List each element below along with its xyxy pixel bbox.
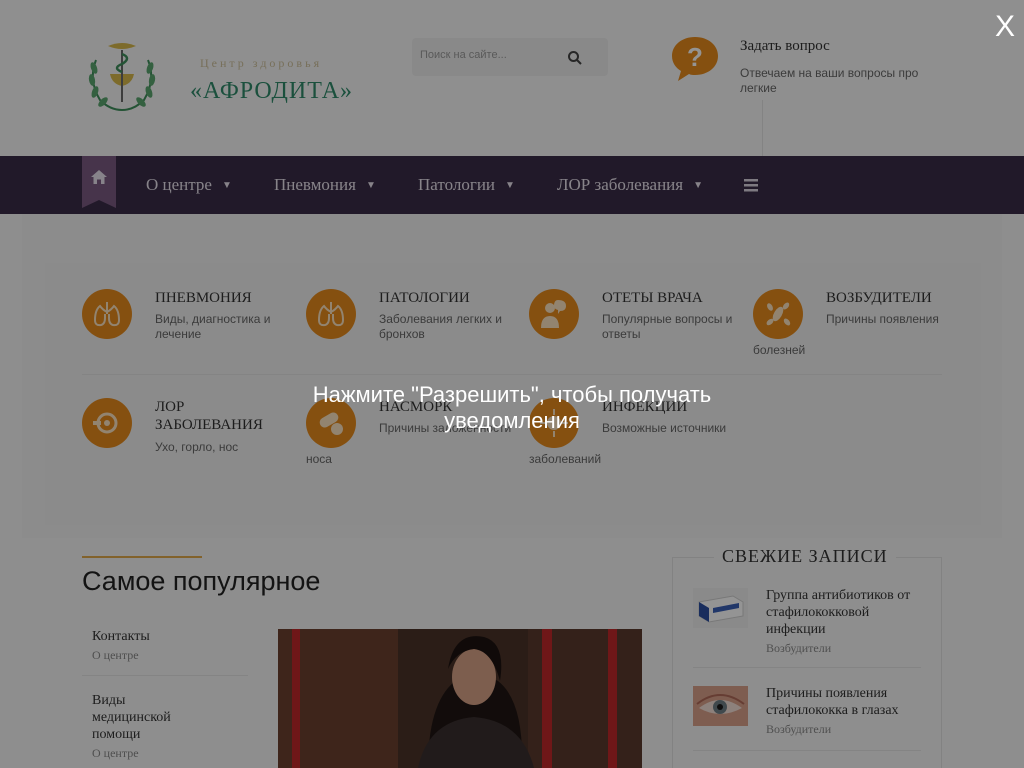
notification-message: Нажмите "Разрешить", чтобы получать увед… <box>312 382 712 433</box>
close-overlay-button[interactable]: X <box>990 10 1020 44</box>
notification-overlay[interactable]: Нажмите "Разрешить", чтобы получать увед… <box>0 0 1024 768</box>
